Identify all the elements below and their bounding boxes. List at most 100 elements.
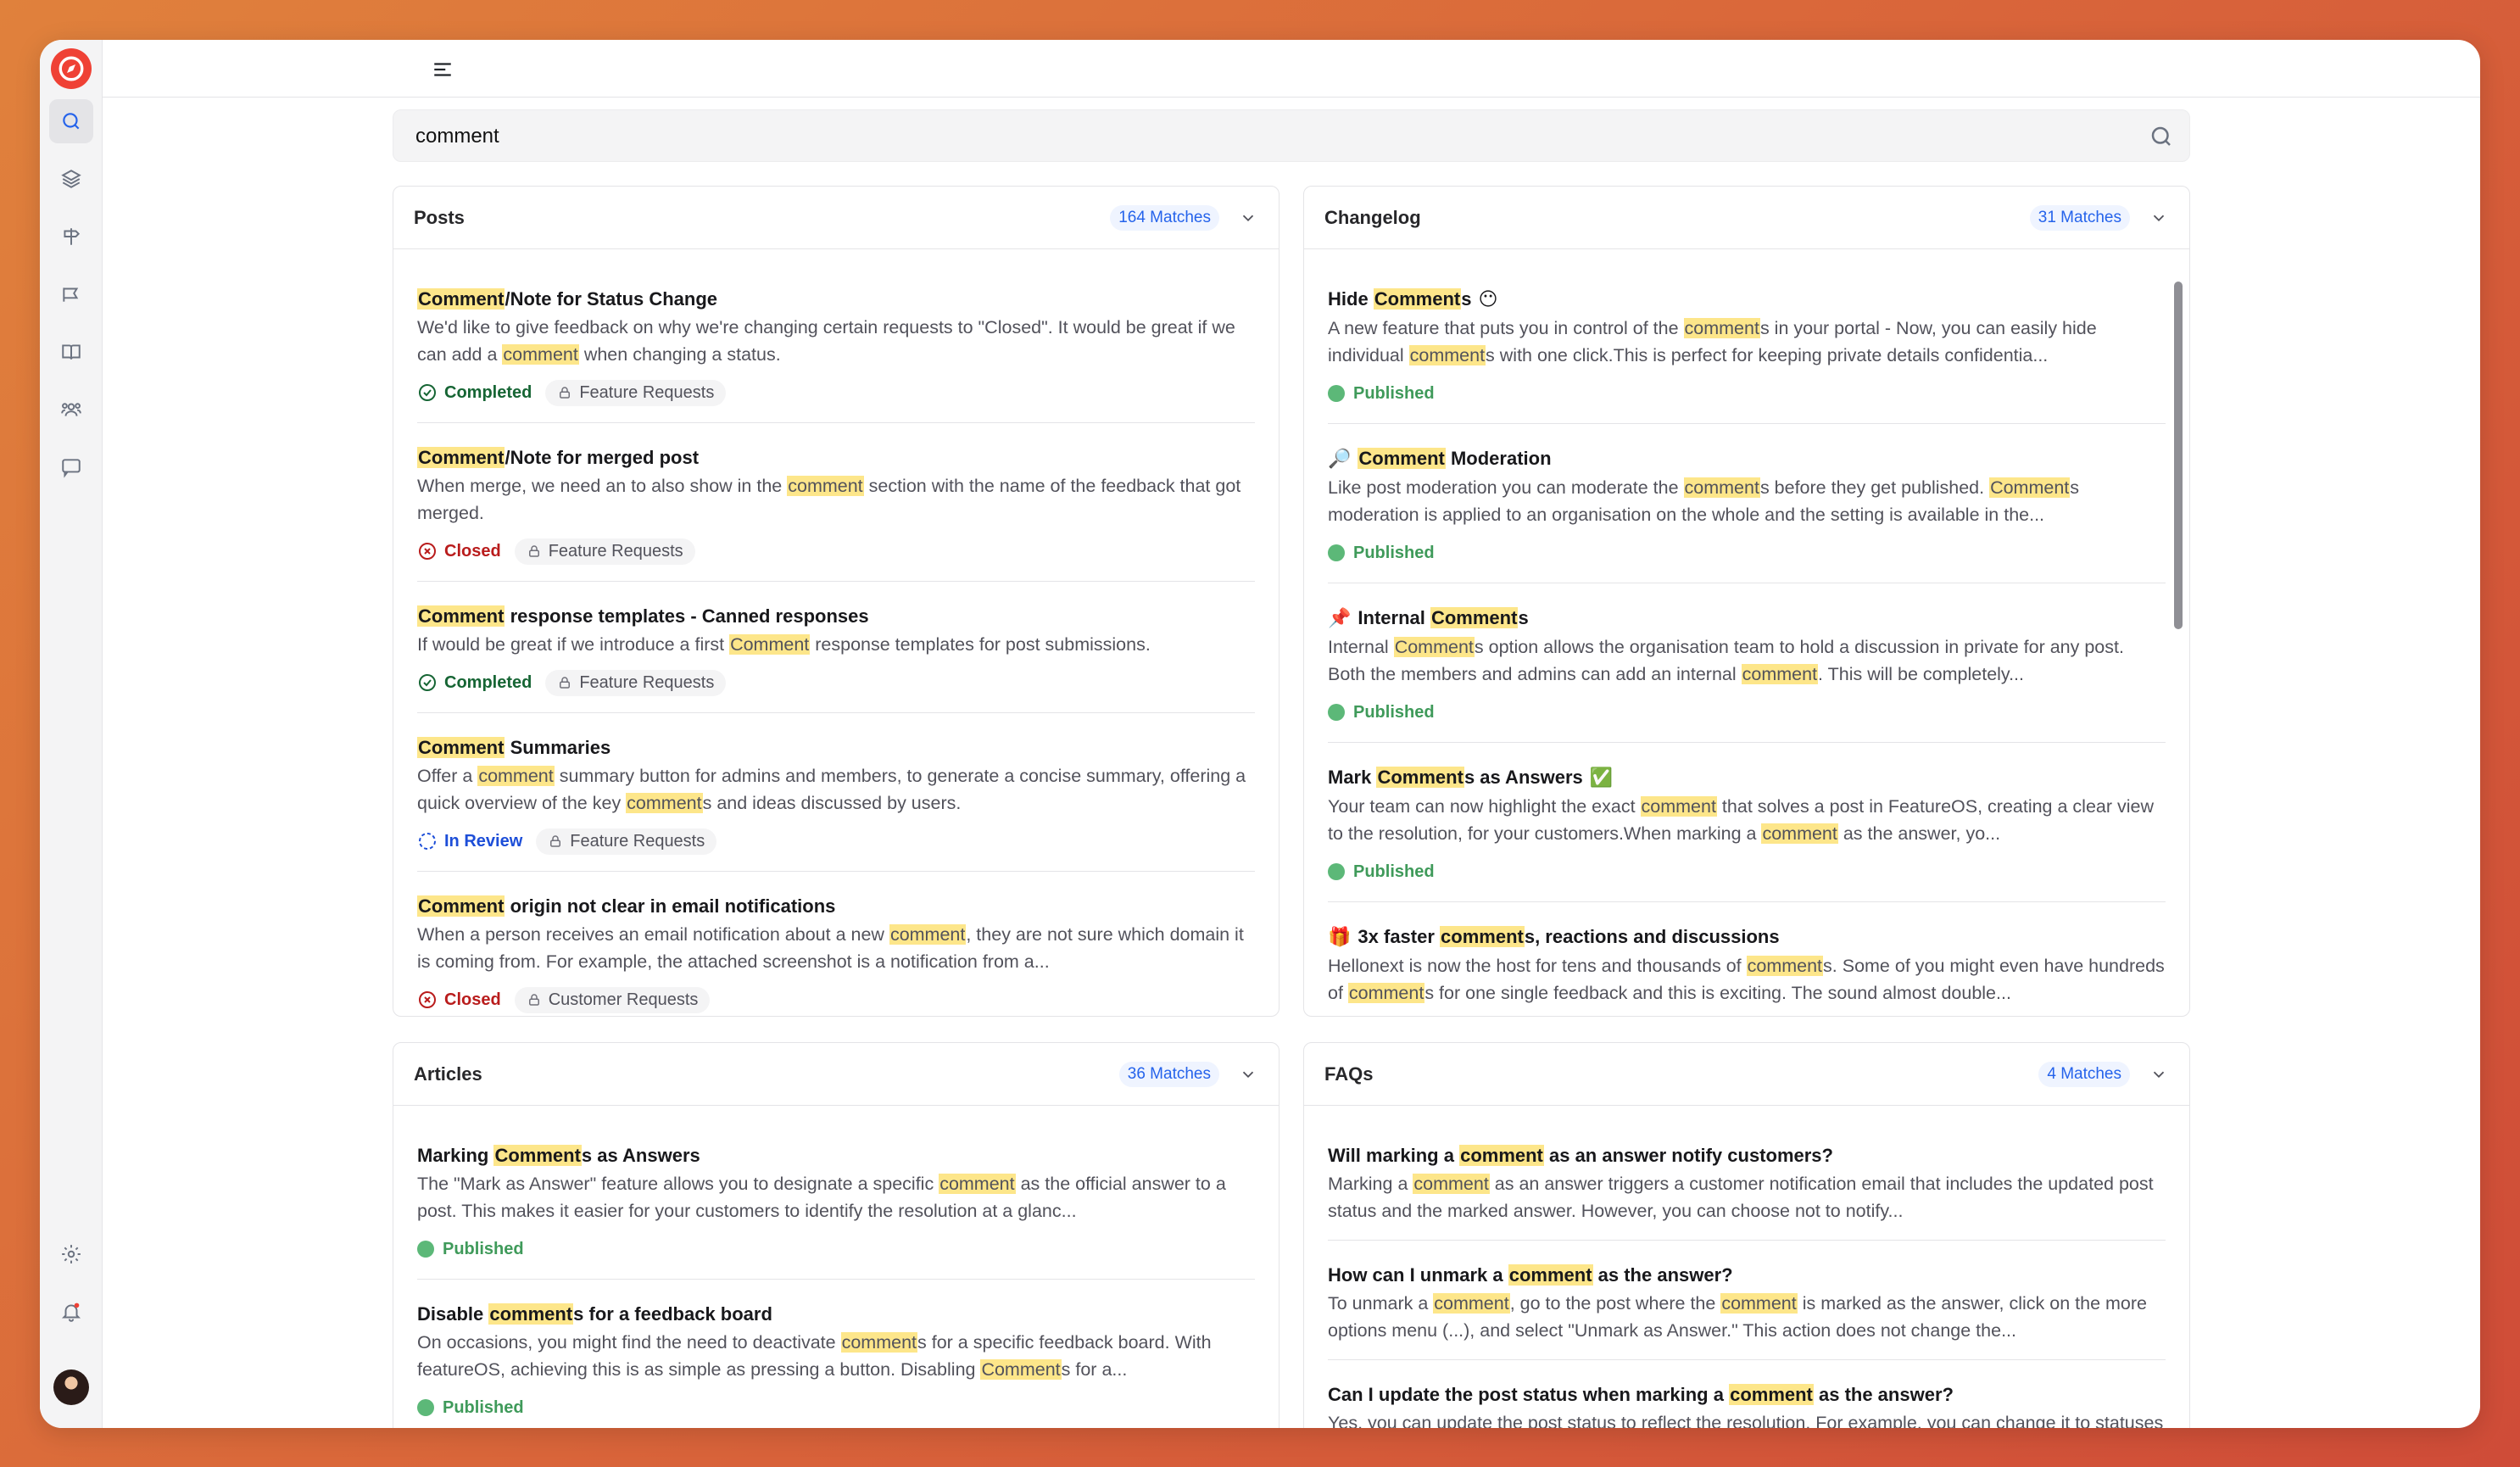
board-tag-label: Feature Requests [579,382,715,402]
board-tag[interactable]: Feature Requests [536,828,717,855]
megaphone-icon [63,287,79,302]
sidebar-item-layers[interactable] [49,157,93,201]
matches-badge: 31 Matches [2029,204,2130,231]
text-segment: as an answer notify customers? [1543,1145,1833,1166]
sidebar-item-search[interactable] [49,99,93,143]
status-label: Completed [444,382,532,402]
search-highlight: Comment [417,605,505,627]
collapse-button[interactable] [2149,208,2169,228]
sidebar-item-notifications[interactable] [49,1290,93,1334]
search-highlight: comment [626,793,703,813]
status-label: Closed [444,990,501,1009]
sidebar-item-settings[interactable] [49,1232,93,1276]
post-item[interactable]: Comment/Note for merged post When merge, … [417,423,1255,582]
user-avatar[interactable] [53,1369,89,1405]
post-title[interactable]: Comment response templates - Canned resp… [417,604,1255,629]
search-highlight: Comment [1393,637,1475,657]
emoji-icon: ✅ [1589,767,1614,789]
changelog-item[interactable]: 🎁 3x faster comments, reactions and discu… [1328,902,2166,1016]
sidebar [40,40,103,1428]
app-window: Posts 164 Matches Comment/Note for Statu… [40,40,2480,1428]
changelog-title[interactable]: 🔎 Comment Moderation [1328,446,2166,472]
posts-panel-header: Posts 164 Matches [393,187,1279,249]
faq-title[interactable]: How can I unmark a comment as the answer… [1328,1263,2166,1288]
faq-title[interactable]: Can I update the post status when markin… [1328,1382,2166,1408]
text-segment: when changing a status. [578,344,781,365]
board-tag-label: Feature Requests [579,672,715,692]
changelog-item[interactable]: Hide Comments 😶 A new feature that puts yo… [1328,265,2166,424]
faq-item[interactable]: Will marking a comment as an answer noti… [1328,1121,2166,1241]
articles-panel-header: Articles 36 Matches [393,1043,1279,1106]
published-dot-icon [1328,544,1345,561]
board-tag[interactable]: Feature Requests [514,538,695,565]
post-title[interactable]: Comment Summaries [417,735,1255,761]
faqs-list: Will marking a comment as an answer noti… [1304,1106,2189,1428]
changelog-title[interactable]: Mark Comments as Answers ✅ [1328,765,2166,791]
app-logo[interactable] [51,48,92,89]
article-item[interactable]: Marking Comments as Answers The "Mark as … [417,1121,1255,1280]
articles-list: Marking Comments as Answers The "Mark as … [393,1106,1279,1428]
post-item[interactable]: Comment response templates - Canned resp… [417,582,1255,713]
search-icon[interactable] [2149,124,2174,149]
search-highlight: Comment [417,288,505,310]
scrollbar-thumb[interactable] [2174,282,2183,629]
search-highlight: comment [477,766,555,786]
post-item[interactable]: Comment/Note for Status Change We'd like … [417,265,1255,423]
post-item[interactable]: Comment Summaries Offer a comment summary… [417,713,1255,872]
status-badge: Published [1328,384,1435,404]
changelog-item[interactable]: 📌 Internal Comments Internal Comments opti… [1328,583,2166,743]
search-highlight: comment [1440,926,1525,947]
board-tag[interactable]: Feature Requests [545,669,727,696]
changelog-title[interactable]: 📌 Internal Comments [1328,605,2166,632]
search-highlight: comment [1746,956,1824,976]
text-segment: response templates for post submissions. [810,634,1151,655]
search-input[interactable] [415,120,2027,153]
changelog-item[interactable]: Mark Comments as Answers ✅ Your team can n… [1328,743,2166,902]
article-item[interactable]: Disable comments for a feedback board On … [417,1280,1255,1428]
article-description: On occasions, you might find the need to… [417,1329,1255,1383]
post-item[interactable]: Comment origin not clear in email notifi… [417,872,1255,1016]
post-title[interactable]: Comment/Note for Status Change [417,287,1255,312]
search-highlight: comment [1459,1145,1544,1166]
status-label: Published [443,1397,524,1417]
changelog-list: Hide Comments 😶 A new feature that puts yo… [1304,249,2189,1016]
article-title[interactable]: Marking Comments as Answers [417,1143,1255,1169]
changelog-title[interactable]: 🎁 3x faster comments, reactions and discu… [1328,924,2166,951]
sidebar-item-knowledge-base[interactable] [49,330,93,374]
faq-item[interactable]: Can I update the post status when markin… [1328,1360,2166,1428]
emoji-icon: 😶 [1478,289,1498,310]
published-dot-icon [1328,863,1345,880]
search-highlight: comment [1683,318,1760,338]
chevron-down-icon [1242,215,1254,221]
panel-title: Changelog [1324,206,1421,228]
menu-toggle-button[interactable] [430,57,455,82]
article-title[interactable]: Disable comments for a feedback board [417,1302,1255,1327]
changelog-description: A new feature that puts you in control o… [1328,315,2166,369]
board-tag[interactable]: Customer Requests [514,986,711,1013]
sidebar-item-chat[interactable] [49,445,93,489]
article-meta: Published [417,1235,1255,1263]
post-meta: Closed Feature Requests [417,537,1255,566]
collapse-button[interactable] [1238,208,1258,228]
collapse-button[interactable] [2149,1064,2169,1085]
faq-item[interactable]: How can I unmark a comment as the answer… [1328,1241,2166,1360]
panel-title: FAQs [1324,1063,1374,1085]
post-title[interactable]: Comment origin not clear in email notifi… [417,894,1255,919]
post-title[interactable]: Comment/Note for merged post [417,445,1255,471]
changelog-title[interactable]: Hide Comments 😶 [1328,287,2166,313]
sidebar-item-changelog[interactable] [49,272,93,316]
board-tag[interactable]: Feature Requests [545,379,727,406]
text-segment: origin not clear in email notifications [505,895,836,917]
text-segment: Summaries [505,737,611,758]
sidebar-item-users[interactable] [49,388,93,432]
collapse-button[interactable] [1238,1064,1258,1085]
sidebar-item-roadmap[interactable] [49,215,93,259]
emoji-icon: 📌 [1328,608,1352,629]
search-highlight: comment [1683,477,1760,498]
changelog-item[interactable]: 🔎 Comment Moderation Like post moderation … [1328,424,2166,583]
faq-title[interactable]: Will marking a comment as an answer noti… [1328,1143,2166,1169]
x-circle-icon [419,991,436,1008]
text-segment: s with one click.This is perfect for kee… [1486,345,2049,365]
faq-description: Marking a comment as an answer triggers … [1328,1170,2166,1224]
search-highlight: comment [1640,796,1717,817]
